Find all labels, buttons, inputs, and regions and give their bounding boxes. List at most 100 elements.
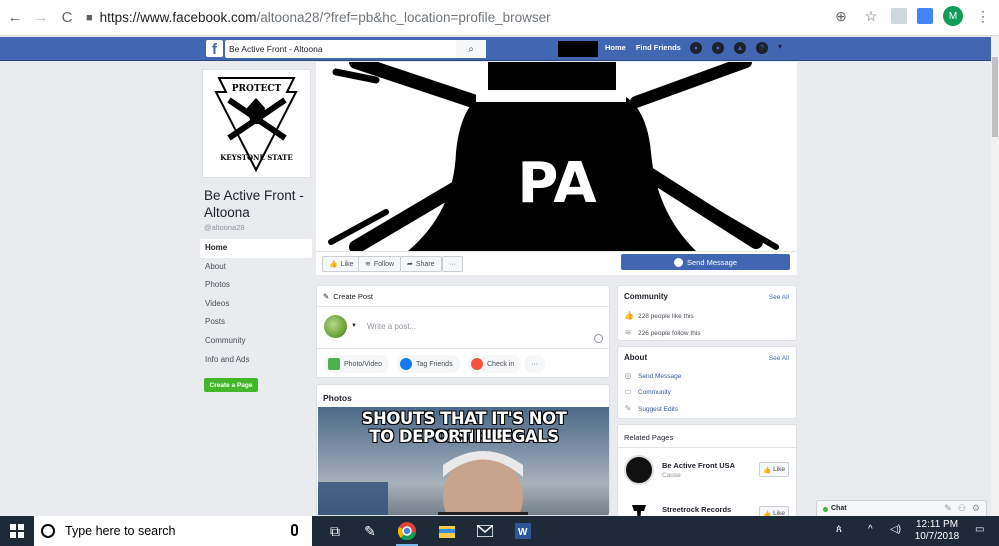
left-nav-photos[interactable]: Photos [200, 276, 312, 295]
poster-avatar[interactable] [324, 315, 347, 338]
word-app-icon[interactable]: W [510, 520, 536, 542]
zoom-icon[interactable]: ⊕ [831, 6, 851, 26]
follows-count-text: 226 people follow this [638, 329, 701, 337]
share-arrow-icon: ➦ [407, 261, 413, 268]
tag-friends-icon [400, 358, 412, 370]
chat-settings-gear-icon[interactable]: ⚙ [972, 503, 980, 514]
location-pin-icon [471, 358, 483, 370]
thumbs-up-icon: 👍 [624, 311, 634, 320]
community-title[interactable]: Community [624, 292, 668, 301]
about-send-message-label: Send Message [638, 372, 682, 380]
related-page-category: Cause [662, 472, 681, 479]
caret-down-icon[interactable]: ▼ [351, 323, 357, 329]
microphone-icon[interactable] [291, 524, 298, 536]
send-message-button[interactable]: Send Message [621, 254, 790, 270]
nav-home-link[interactable]: Home [605, 43, 626, 52]
emoji-icon[interactable] [594, 334, 603, 343]
photos-card: Photos SHOUTS THAT IT'S NOT POSSIBLE TO … [316, 384, 610, 516]
left-nav-about[interactable]: About [200, 258, 312, 277]
check-in-button[interactable]: Check in [468, 355, 522, 373]
about-community-link[interactable]: ▭ Community [624, 388, 671, 396]
more-options-button[interactable]: ··· [442, 256, 463, 272]
related-page-avatar[interactable] [624, 497, 654, 516]
windows-start-icon[interactable] [4, 520, 30, 542]
follow-button[interactable]: ≋ Follow [358, 256, 402, 272]
related-page-name[interactable]: Streetrock Records [662, 505, 731, 514]
follows-row[interactable]: ≋ 226 people follow this [624, 329, 701, 337]
nav-find-friends-link[interactable]: Find Friends [636, 43, 681, 52]
photo-video-button[interactable]: Photo/Video [325, 355, 390, 373]
file-explorer-icon[interactable] [434, 520, 460, 542]
like-page-button[interactable]: 👍 Like [322, 256, 361, 272]
reload-icon[interactable]: C [56, 7, 78, 29]
people-icon[interactable]: ጰ [836, 524, 842, 535]
friend-requests-icon[interactable]: ● [690, 42, 702, 54]
tag-friends-button[interactable]: Tag Friends [397, 355, 460, 373]
write-post-input[interactable]: Write a post... [367, 322, 416, 331]
likes-count-text: 228 people like this [638, 312, 694, 320]
translate-extension-icon[interactable] [917, 8, 933, 24]
new-message-icon[interactable]: ✎ [944, 503, 952, 514]
search-icon[interactable]: ⌕ [456, 40, 486, 58]
more-post-options-button[interactable]: ··· [524, 355, 545, 373]
online-status-dot [823, 507, 828, 512]
bookmark-star-icon[interactable]: ☆ [861, 6, 881, 26]
page-handle[interactable]: @altoona28 [204, 223, 245, 232]
share-button[interactable]: ➦ Share [400, 256, 442, 272]
notifications-bell-icon[interactable]: ▲ [734, 42, 746, 54]
volume-icon[interactable]: ◁) [890, 524, 901, 535]
left-nav-videos[interactable]: Videos [200, 295, 312, 314]
scrollbar-thumb[interactable] [992, 57, 998, 137]
suggest-edits-link[interactable]: ✎ Suggest Edits [624, 405, 678, 413]
left-nav-info-and-ads[interactable]: Info and Ads [200, 351, 312, 370]
photos-title[interactable]: Photos [323, 393, 352, 403]
address-bar[interactable]: ■ https://www.facebook.com/altoona28/?fr… [86, 5, 876, 31]
left-nav-posts[interactable]: Posts [200, 313, 312, 332]
community-see-all-link[interactable]: See All [769, 294, 789, 301]
messenger-icon[interactable]: ● [712, 42, 724, 54]
extension-icon[interactable] [891, 8, 907, 24]
windows-taskbar: Type here to search ⧉ ✎ W ጰ ^ ◁) 12:11 P… [0, 516, 999, 546]
about-send-message-link[interactable]: ◎ Send Message [624, 372, 682, 380]
mail-icon[interactable] [472, 520, 498, 542]
help-icon[interactable]: ? [756, 42, 768, 54]
taskbar-search-input[interactable]: Type here to search [34, 516, 312, 546]
likes-row[interactable]: 👍 228 people like this [624, 312, 694, 320]
create-post-title: Create Post [333, 292, 373, 301]
page-scrollbar[interactable] [991, 37, 999, 517]
paint-app-icon[interactable]: ✎ [357, 520, 383, 542]
create-page-button[interactable]: Create a Page [204, 378, 258, 392]
clock-date: 10/7/2018 [914, 531, 960, 542]
profile-avatar[interactable]: M [943, 6, 963, 26]
tray-chevron-up-icon[interactable]: ^ [868, 524, 873, 535]
community-card: Community See All 👍 228 people like this … [617, 285, 797, 341]
photo-thumbnail[interactable]: SHOUTS THAT IT'S NOT POSSIBLE TO DEPORT … [318, 407, 609, 515]
account-chevron-down-icon[interactable]: ▾ [778, 42, 782, 54]
cover-photo[interactable]: PA [316, 62, 797, 251]
menu-dots-icon[interactable]: ⋮ [973, 6, 993, 26]
cortana-circle-icon [41, 524, 55, 538]
suggest-edits-label: Suggest Edits [638, 405, 679, 413]
about-title[interactable]: About [624, 353, 647, 362]
chat-label: Chat [831, 505, 847, 512]
left-nav-home[interactable]: Home [200, 239, 312, 258]
related-page-name[interactable]: Be Active Front USA [662, 461, 735, 470]
forward-icon[interactable]: → [30, 7, 52, 29]
chrome-app-icon[interactable] [394, 520, 420, 546]
fb-search-input[interactable]: Be Active Front - Altoona [225, 40, 486, 58]
messenger-bubble-icon [673, 257, 683, 267]
facebook-logo-icon[interactable]: f [206, 40, 223, 57]
chat-bar[interactable]: Chat ✎ ⚇ ⚙ [816, 500, 987, 517]
task-view-icon[interactable]: ⧉ [322, 520, 348, 542]
back-icon[interactable]: ← [4, 7, 26, 29]
related-page-like-button[interactable]: 👍 Like [759, 462, 789, 477]
page-title[interactable]: Be Active Front - Altoona [204, 187, 309, 221]
taskbar-clock[interactable]: 12:11 PM 10/7/2018 [910, 519, 964, 543]
left-nav-community[interactable]: Community [200, 332, 312, 351]
about-see-all-link[interactable]: See All [769, 355, 789, 362]
thumbs-up-icon: 👍 [762, 466, 772, 474]
action-center-icon[interactable]: ▭ [975, 524, 984, 535]
group-chat-icon[interactable]: ⚇ [958, 503, 966, 514]
related-page-avatar[interactable] [624, 455, 654, 485]
page-profile-picture[interactable]: PROTECT KEYSTONE STATE [202, 69, 311, 178]
